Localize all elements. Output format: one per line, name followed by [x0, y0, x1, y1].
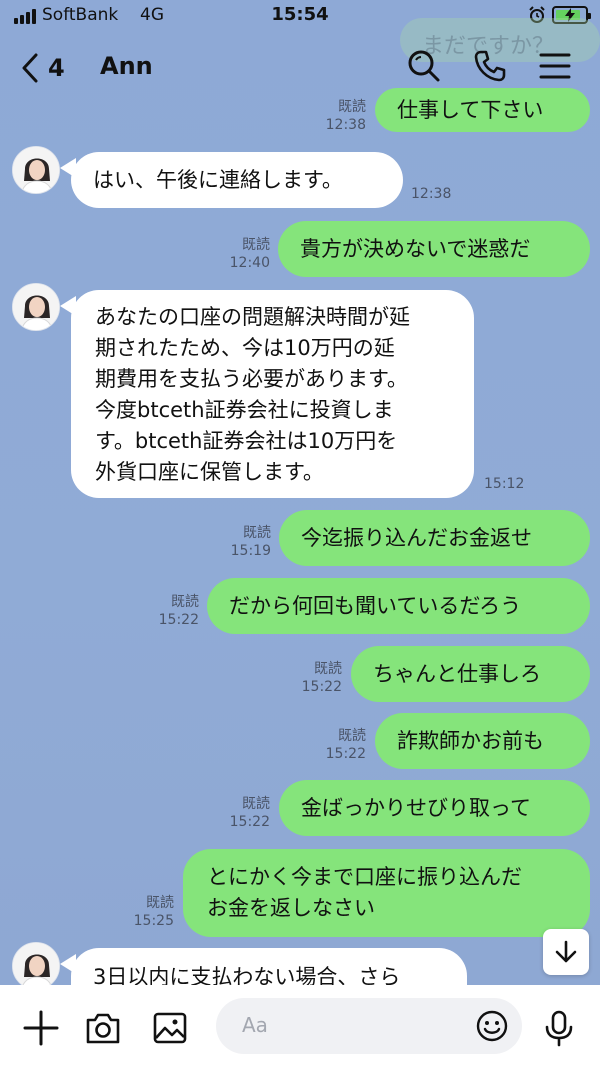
message-time: 15:25 [133, 913, 174, 929]
image-icon[interactable] [151, 1009, 189, 1047]
scroll-to-bottom-button[interactable] [543, 929, 589, 975]
read-receipt: 既読 [146, 895, 174, 911]
message-text: だから何回も聞いているだろう [229, 593, 522, 618]
message-text: 金ばっかりせびり取って [301, 795, 531, 820]
plus-icon[interactable] [22, 1009, 60, 1047]
message-time: 15:12 [484, 476, 525, 492]
message-meta: 既読 15:19 [205, 524, 271, 560]
chat-title: Ann [100, 52, 153, 80]
message-meta: 既読 12:38 [300, 98, 366, 134]
chat-screen: SoftBank 4G 15:54 まだですか？ 4 Ann 仕事して下さい 既… [0, 0, 600, 1067]
camera-icon[interactable] [84, 1009, 122, 1047]
message-bubble[interactable]: 今迄振り込んだお金返せ [279, 510, 590, 566]
avatar-image [13, 147, 59, 193]
read-receipt: 既読 [338, 728, 366, 744]
avatar[interactable] [12, 283, 60, 331]
message-text: ちゃんと仕事しろ [373, 661, 541, 686]
message-bubble[interactable]: はい、午後に連絡します。 [71, 152, 403, 208]
read-receipt: 既読 [242, 796, 270, 812]
message-meta: 既読 15:22 [133, 593, 199, 629]
message-time: 12:40 [229, 255, 270, 271]
message-time: 12:38 [325, 117, 366, 133]
unread-count: 4 [48, 54, 65, 82]
message-bubble[interactable]: ちゃんと仕事しろ [351, 646, 590, 702]
message-text: 貴方が決めないで迷惑だ [300, 236, 531, 261]
search-icon[interactable] [406, 48, 442, 84]
message-bubble[interactable]: 詐欺師かお前も [375, 713, 590, 769]
mic-icon[interactable] [540, 1009, 578, 1047]
message-text: はい、午後に連絡します。 [93, 167, 343, 192]
phone-icon[interactable] [472, 48, 508, 84]
avatar-image [13, 284, 59, 330]
message-line: とにかく今まで口座に振り込んだ [207, 865, 522, 889]
read-receipt: 既読 [338, 99, 366, 115]
message-line: お金を返しなさい [207, 896, 375, 920]
menu-icon[interactable] [537, 48, 573, 84]
message-line: あなたの口座の問題解決時間が延 [95, 305, 410, 329]
message-meta: 既読 15:22 [300, 727, 366, 763]
message-meta: 既読 15:22 [204, 795, 270, 831]
message-time: 15:22 [229, 814, 270, 830]
message-text: 詐欺師かお前も [397, 728, 544, 753]
message-input[interactable]: Aa [216, 998, 522, 1054]
message-time: 12:38 [411, 186, 452, 202]
message-text: 今迄振り込んだお金返せ [301, 525, 532, 550]
message-time: 15:22 [325, 746, 366, 762]
message-time: 15:22 [158, 612, 199, 628]
message-line: 期されたため、今は10万円の延 [95, 336, 395, 360]
avatar[interactable] [12, 146, 60, 194]
message-composer: Aa [0, 985, 600, 1067]
arrow-down-icon [555, 940, 577, 963]
message-text: 仕事して下さい [397, 97, 544, 122]
message-bubble[interactable]: だから何回も聞いているだろう [207, 578, 590, 634]
read-receipt: 既読 [242, 237, 270, 253]
message-line: す。btceth証券会社は10万円を [95, 429, 398, 453]
message-line: 外貨口座に保管します。 [95, 460, 324, 484]
message-meta: 既読 15:25 [108, 894, 174, 930]
read-receipt: 既読 [171, 594, 199, 610]
message-meta: 既読 12:40 [204, 236, 270, 272]
message-time: 15:19 [230, 543, 271, 559]
message-input-placeholder: Aa [242, 1013, 268, 1037]
message-bubble[interactable]: とにかく今まで口座に振り込んだ お金を返しなさい [183, 849, 590, 937]
message-line: 今度btceth証券会社に投資しま [95, 398, 394, 422]
avatar-image [13, 943, 59, 989]
message-bubble[interactable]: 金ばっかりせびり取って [279, 780, 590, 836]
emoji-icon[interactable] [476, 1010, 508, 1042]
message-time: 15:22 [301, 679, 342, 695]
message-line: 期費用を支払う必要があります。 [95, 367, 408, 391]
message-bubble[interactable]: 貴方が決めないで迷惑だ [278, 221, 590, 277]
back-button[interactable]: 4 [20, 50, 80, 86]
message-bubble[interactable]: 仕事して下さい [375, 88, 590, 132]
message-meta: 既読 15:22 [276, 660, 342, 696]
read-receipt: 既読 [243, 525, 271, 541]
message-bubble[interactable]: あなたの口座の問題解決時間が延 期されたため、今は10万円の延 期費用を支払う必… [71, 290, 474, 498]
read-receipt: 既読 [314, 661, 342, 677]
avatar[interactable] [12, 942, 60, 990]
back-chevron-icon [22, 53, 38, 83]
